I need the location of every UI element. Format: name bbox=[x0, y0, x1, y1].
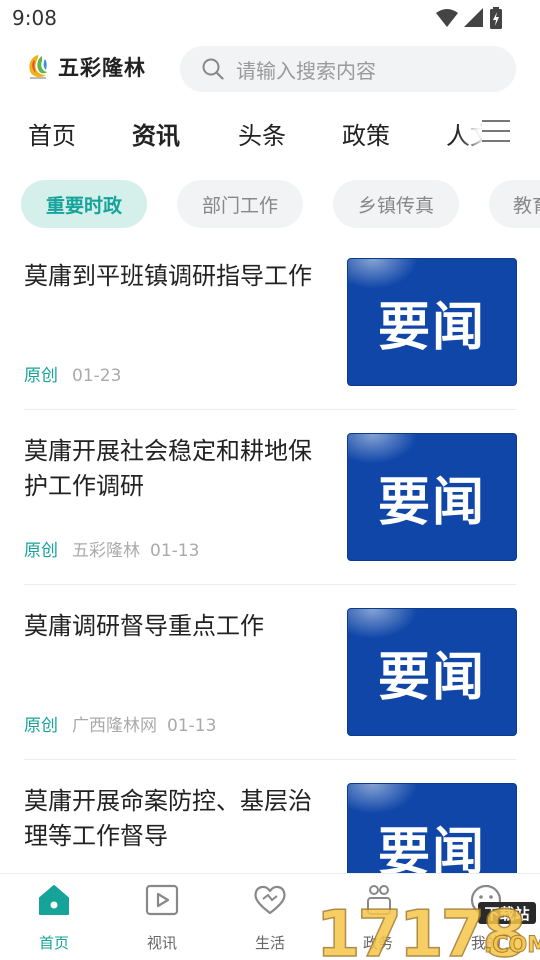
app-name: 五彩隆林 bbox=[58, 56, 146, 80]
home-icon bbox=[39, 885, 69, 915]
tab-news[interactable]: 资讯 bbox=[132, 116, 180, 151]
menu-icon[interactable] bbox=[482, 118, 514, 146]
news-meta: 原创 01-23 bbox=[24, 361, 121, 386]
chip-department-work[interactable]: 部门工作 bbox=[177, 180, 303, 228]
news-date: 01-13 bbox=[167, 716, 217, 736]
news-tag: 原创 bbox=[24, 716, 58, 736]
news-thumbnail[interactable]: 要闻 bbox=[348, 259, 516, 385]
search-icon bbox=[202, 58, 224, 80]
video-icon bbox=[145, 884, 179, 916]
news-meta: 原创 五彩隆林 01-13 bbox=[24, 536, 199, 561]
news-item[interactable]: 莫庸开展社会稳定和耕地保护工作调研 原创 五彩隆林 01-13 要闻 bbox=[24, 410, 516, 585]
app-header: 五彩隆林 请输入搜索内容 bbox=[0, 44, 540, 94]
bottom-nav-label: 生活 bbox=[254, 934, 285, 952]
news-thumbnail-text: 要闻 bbox=[377, 646, 486, 708]
app-logo: 五彩隆林 bbox=[26, 52, 146, 82]
chip-education[interactable]: 教育 bbox=[489, 180, 540, 228]
news-title[interactable]: 莫庸到平班镇调研指导工作 bbox=[24, 259, 316, 294]
heart-icon bbox=[254, 885, 286, 915]
news-thumbnail[interactable]: 要闻 bbox=[348, 609, 516, 735]
news-meta: 原创 广西隆林网 01-13 bbox=[24, 711, 216, 736]
bottom-nav-video[interactable]: 视讯 bbox=[122, 882, 202, 953]
bottom-nav-home[interactable]: 首页 bbox=[14, 882, 94, 953]
news-thumbnail-text: 要闻 bbox=[377, 471, 486, 533]
bottom-nav-label: 首页 bbox=[38, 934, 69, 952]
chip-township-news[interactable]: 乡镇传真 bbox=[333, 180, 459, 228]
tab-home[interactable]: 首页 bbox=[28, 116, 76, 151]
wifi-icon bbox=[436, 9, 458, 27]
news-title[interactable]: 莫庸开展命案防控、基层治理等工作督导 bbox=[24, 784, 316, 854]
news-title[interactable]: 莫庸开展社会稳定和耕地保护工作调研 bbox=[24, 434, 316, 504]
signal-icon bbox=[464, 8, 483, 27]
news-date: 01-13 bbox=[150, 541, 200, 561]
status-time: 9:08 bbox=[12, 6, 57, 30]
news-title[interactable]: 莫庸调研督导重点工作 bbox=[24, 609, 316, 644]
category-tabs: 首页 资讯 头条 政策 人文 bbox=[0, 108, 540, 160]
battery-icon bbox=[490, 7, 502, 29]
news-tag: 原创 bbox=[24, 541, 58, 561]
search-bar[interactable]: 请输入搜索内容 bbox=[180, 46, 516, 92]
watermark-suffix: .COM bbox=[484, 933, 540, 958]
site-watermark: 下载站 17178 .COM bbox=[316, 897, 540, 960]
news-source: 五彩隆林 bbox=[72, 541, 140, 561]
bottom-nav-label: 视讯 bbox=[146, 934, 177, 952]
news-tag: 原创 bbox=[24, 366, 58, 386]
status-bar: 9:08 bbox=[0, 0, 540, 38]
app-logo-icon bbox=[29, 55, 47, 79]
status-icons bbox=[436, 7, 502, 29]
news-item[interactable]: 莫庸到平班镇调研指导工作 原创 01-23 要闻 bbox=[24, 235, 516, 410]
news-thumbnail[interactable]: 要闻 bbox=[348, 434, 516, 560]
news-thumbnail-text: 要闻 bbox=[377, 296, 486, 358]
tab-policy[interactable]: 政策 bbox=[342, 116, 390, 151]
subcategory-chips: 重要时政 部门工作 乡镇传真 教育 bbox=[0, 180, 540, 230]
news-source: 广西隆林网 bbox=[72, 716, 157, 736]
news-list: 莫庸到平班镇调研指导工作 原创 01-23 要闻 莫庸开展社会稳定和耕地保护工作调… bbox=[24, 235, 516, 935]
search-input[interactable]: 请输入搜索内容 bbox=[236, 55, 376, 84]
chip-important-politics[interactable]: 重要时政 bbox=[21, 180, 147, 228]
bottom-nav-life[interactable]: 生活 bbox=[230, 882, 310, 953]
news-item[interactable]: 莫庸调研督导重点工作 原创 广西隆林网 01-13 要闻 bbox=[24, 585, 516, 760]
tab-headlines[interactable]: 头条 bbox=[238, 116, 286, 151]
news-date: 01-23 bbox=[72, 366, 122, 386]
